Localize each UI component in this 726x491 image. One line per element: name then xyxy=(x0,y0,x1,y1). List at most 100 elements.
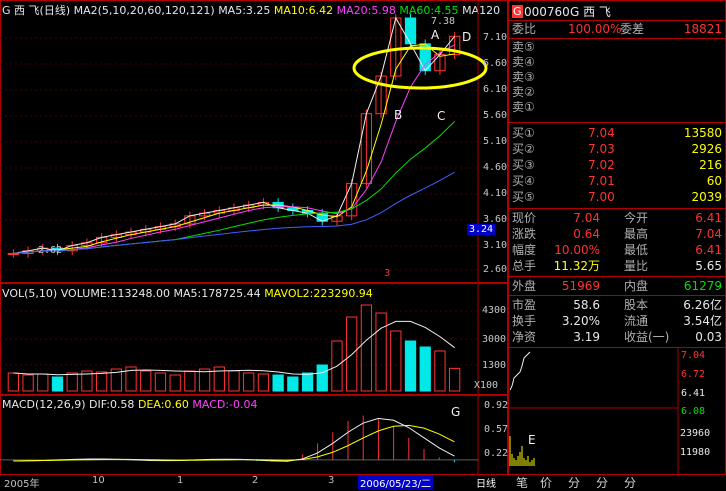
y-tick-price: 2.60 xyxy=(483,264,508,275)
volume-bar xyxy=(375,312,387,392)
time-label: 1 xyxy=(177,475,184,486)
volume-bar xyxy=(360,304,373,392)
stat-label: 换手 xyxy=(512,314,537,328)
stat-value: 0.03 xyxy=(695,330,722,344)
sell-label: 卖② xyxy=(512,85,535,99)
annotation-b: B xyxy=(394,108,403,122)
high-price-label: 7.38 xyxy=(431,16,456,27)
buy-label: 买③ xyxy=(512,158,535,172)
code-badge: G xyxy=(512,5,523,18)
stat-value: 7.04 xyxy=(573,211,600,225)
buy-price: 7.00 xyxy=(588,190,615,204)
stat-label: 幅度 xyxy=(512,243,537,257)
tab-price[interactable]: 价 xyxy=(540,474,552,491)
buy-row[interactable]: 买④ 7.01 60 xyxy=(512,174,724,189)
vol-tick: 1300 xyxy=(482,360,507,371)
sell-row[interactable]: 卖③ xyxy=(512,70,724,85)
stat-value: 3.54亿 xyxy=(683,314,722,328)
mini-tick: 6.41 xyxy=(681,388,706,399)
volume-bar xyxy=(169,374,181,392)
stat-row: 外盘 51969 内盘 61279 xyxy=(512,279,724,294)
buy-price: 7.01 xyxy=(588,174,615,188)
stat-value: 51969 xyxy=(561,279,600,293)
tab-trades[interactable]: 笔 xyxy=(516,474,528,491)
stock-code: 000760 xyxy=(524,5,570,19)
buy-price: 7.04 xyxy=(588,126,615,140)
tab-minute-1[interactable]: 分 xyxy=(568,474,580,491)
sell-label: 卖⑤ xyxy=(512,40,535,54)
vol-unit: X100 xyxy=(474,380,499,391)
sell-row[interactable]: 卖⑤ xyxy=(512,40,724,55)
stat-value: 6.41 xyxy=(695,211,722,225)
mini-tick: 23960 xyxy=(680,428,711,439)
volume-ma-line xyxy=(13,320,455,376)
stat-value: 58.6 xyxy=(573,298,600,312)
divider xyxy=(508,276,726,277)
stat-value: 11.32万 xyxy=(553,259,600,273)
buy-price: 7.03 xyxy=(588,142,615,156)
annotation-a: A xyxy=(431,28,440,42)
stat-row: 市盈 58.6 股本 6.26亿 xyxy=(512,298,724,313)
weicha-value: 18821 xyxy=(683,22,722,36)
sell-row[interactable]: 卖④ xyxy=(512,55,724,70)
y-tick-price: 6.60 xyxy=(483,58,508,69)
volume-bar xyxy=(7,372,20,392)
buy-label: 买① xyxy=(512,126,535,140)
low-price-label: 2.62 xyxy=(38,245,63,256)
stat-label: 市盈 xyxy=(512,298,537,312)
sell-row[interactable]: 卖① xyxy=(512,100,724,115)
buy-price: 7.02 xyxy=(588,158,615,172)
volume-bar xyxy=(448,367,461,392)
tab-minute-2[interactable]: 分 xyxy=(596,474,608,491)
marker-3: 3 xyxy=(384,268,391,279)
volume-bar xyxy=(66,372,78,392)
buy-label: 买② xyxy=(512,142,535,156)
dif-line xyxy=(13,417,455,462)
sell-row[interactable]: 卖② xyxy=(512,85,724,100)
sell-label: 卖③ xyxy=(512,70,535,84)
stat-value: 7.04 xyxy=(695,227,722,241)
stat-value: 6.26亿 xyxy=(683,298,722,312)
buy-row[interactable]: 买③ 7.02 216 xyxy=(512,158,724,173)
divider xyxy=(508,208,726,209)
macd-tick: 0.57 xyxy=(484,424,509,435)
stat-value: 5.65 xyxy=(695,259,722,273)
volume-bar xyxy=(419,346,431,392)
y-tick-price: 3.10 xyxy=(483,240,508,251)
buy-row[interactable]: 买① 7.04 13580 xyxy=(512,126,724,141)
price-chart-svg[interactable] xyxy=(0,0,508,283)
sell-label: 卖① xyxy=(512,100,535,114)
volume-bar xyxy=(434,350,446,392)
volume-chart-svg[interactable] xyxy=(0,283,508,395)
buy-volume: 2039 xyxy=(691,190,722,204)
buy-row[interactable]: 买⑤ 7.00 2039 xyxy=(512,190,724,205)
ma10-line xyxy=(13,43,455,254)
annotation-g: G xyxy=(451,405,461,419)
stat-value: 0.64 xyxy=(573,227,600,241)
tab-minute-3[interactable]: 分 xyxy=(624,474,636,491)
mini-tick: 6.72 xyxy=(681,369,706,380)
stat-row: 净资 3.19 收益(一) 0.03 xyxy=(512,330,724,345)
divider xyxy=(508,122,726,123)
divider xyxy=(508,20,726,21)
annotation-c: C xyxy=(437,109,446,123)
y-tick-price: 7.10 xyxy=(483,32,508,43)
candle-body xyxy=(404,17,417,45)
stat-row: 涨跌 0.64 最高 7.04 xyxy=(512,227,724,242)
annotation-e: E xyxy=(528,433,536,447)
volume-bar xyxy=(316,364,328,392)
buy-row[interactable]: 买② 7.03 2926 xyxy=(512,142,724,157)
vol-tick: 4300 xyxy=(482,305,507,316)
stat-value: 3.20% xyxy=(561,314,600,328)
stat-label: 涨跌 xyxy=(512,227,537,241)
macd-chart-svg[interactable] xyxy=(0,395,508,475)
y-tick-price: 5.10 xyxy=(483,136,508,147)
stat-label: 量比 xyxy=(624,259,649,273)
stat-label: 流通 xyxy=(624,314,649,328)
sell-label: 卖④ xyxy=(512,55,535,69)
volume-bar xyxy=(287,376,299,392)
dea-line xyxy=(13,424,455,462)
y-tick-price: 5.60 xyxy=(483,110,508,121)
quote-tabs: 笔 价 分 分 分 xyxy=(510,474,726,491)
y-tick-price: 4.10 xyxy=(483,188,508,199)
